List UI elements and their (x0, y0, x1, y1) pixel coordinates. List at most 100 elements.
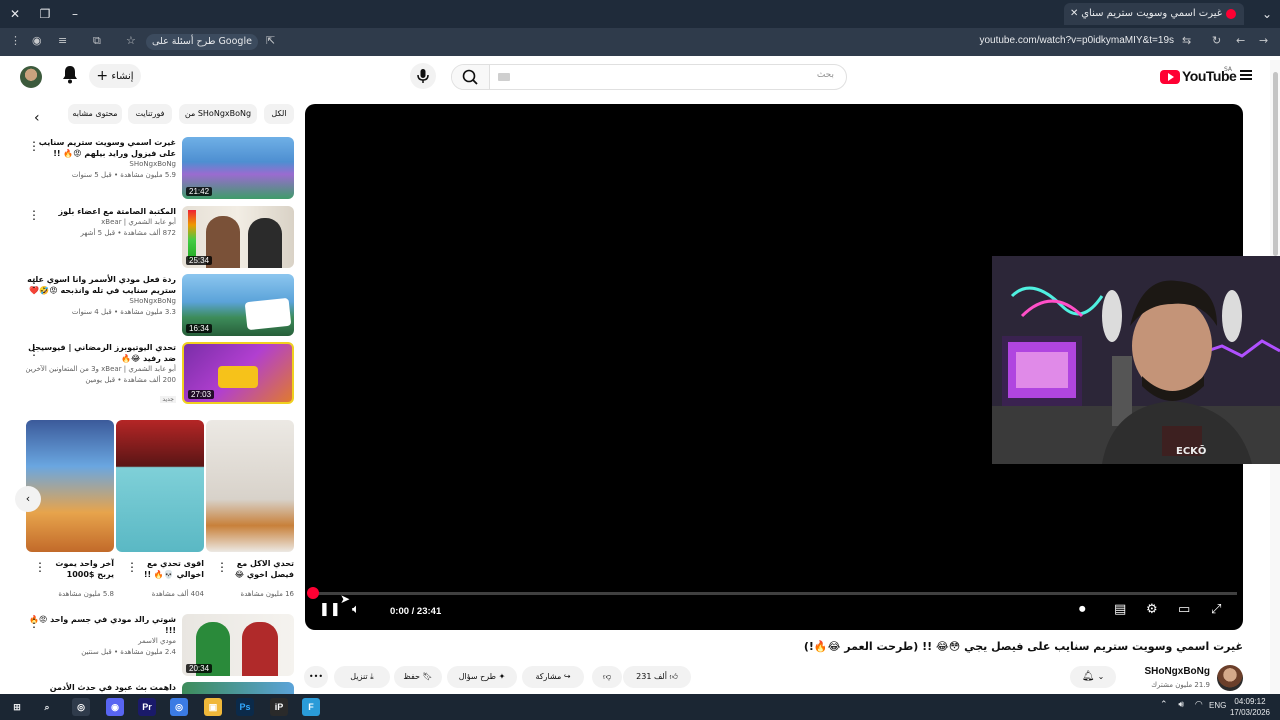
video-title[interactable]: داهمت بث عبود في حدث الأدمن ومراقبه 🔥 (26, 682, 176, 694)
ask-google-chip[interactable]: طرح أسئلة على Google (146, 34, 258, 50)
search-icon[interactable]: ⌕ (38, 698, 56, 716)
channel-name[interactable]: أبو عابد الشمري | xBear (26, 217, 176, 228)
close-window-icon[interactable]: ✕ (0, 0, 30, 28)
tab-close-icon[interactable]: ✕ (1070, 3, 1078, 25)
back-icon[interactable]: → (1259, 34, 1268, 47)
app-icon[interactable]: iP (270, 698, 288, 716)
create-button[interactable]: + إنشاء (89, 64, 141, 88)
ask-button[interactable]: طرح سؤال ✦ (447, 666, 517, 688)
channel-name[interactable]: أبو عابد الشمري | xBear و3 من المتعاونين… (26, 364, 176, 375)
video-thumbnail[interactable]: 20:34 (182, 614, 294, 676)
video-title[interactable]: شوتي رالد مودي في جسم واحد 😡🔥 !!! (26, 614, 176, 636)
chips-scroll-left-icon[interactable]: ‹ (34, 110, 40, 126)
fortnite-app-icon[interactable]: F (302, 698, 320, 716)
sidebar-video-item[interactable]: داهمت بث عبود في حدث الأدمن ومراقبه 🔥 (20, 682, 294, 694)
language-indicator[interactable]: ENG (1209, 701, 1226, 710)
share-button[interactable]: مشاركة ↪ (522, 666, 584, 688)
channel-name[interactable]: SHoNgxBoNg (1144, 666, 1210, 677)
channel-name[interactable]: SHoNgxBoNg (26, 159, 176, 170)
profile-icon[interactable]: ◉ (32, 34, 42, 47)
short-title[interactable]: تحدي الاكل مع فيصل اخوي 😂 (224, 558, 294, 580)
save-button[interactable]: حفظ 🔖︎ (394, 666, 442, 688)
more-actions-icon[interactable]: ⋮ (28, 139, 40, 153)
chrome-icon[interactable]: ◎ (72, 698, 90, 716)
reading-list-icon[interactable]: ≡ (58, 34, 67, 47)
progress-scrubber[interactable] (307, 587, 319, 599)
download-button[interactable]: تنزيل ⤓ (334, 666, 390, 688)
more-actions-icon[interactable]: ⋮ (28, 616, 40, 630)
more-actions-icon[interactable]: ⋮ (28, 276, 40, 290)
search-button[interactable] (452, 65, 490, 89)
subscribed-notifications-button[interactable]: 🔔︎ ⌄ (1070, 666, 1116, 688)
system-tray-icons[interactable]: ⌃ 🔊︎ ◠ (1160, 700, 1207, 710)
short-thumbnail[interactable] (26, 420, 114, 552)
sidebar-video-item[interactable]: 27:03 تحدي اليوتيوبرز الرمضاني | فيوسيجل… (20, 342, 294, 404)
site-settings-icon[interactable]: ⇆ (1182, 34, 1191, 47)
browser-tab-active[interactable]: غيرت اسمي وسويت ستريم سناي ✕ (1064, 3, 1244, 25)
windows-start-icon[interactable]: ⊞ (8, 698, 26, 716)
short-title[interactable]: اقوى تحدي مع اخوالي 💀🔥 !! (134, 558, 204, 580)
hamburger-menu-icon[interactable] (1240, 70, 1252, 80)
scrollbar-thumb[interactable] (1273, 72, 1278, 256)
photoshop-icon[interactable]: Ps (236, 698, 254, 716)
chip-from-channel[interactable]: من SHoNgxBoNg (179, 104, 257, 124)
fullscreen-icon[interactable]: ⤢ (1211, 602, 1221, 617)
reload-icon[interactable]: ↻ (1212, 34, 1221, 47)
voice-search-button[interactable] (410, 63, 436, 89)
sidebar-video-item[interactable]: 20:34 شوتي رالد مودي في جسم واحد 😡🔥 !!! … (20, 614, 294, 676)
video-title[interactable]: تحدي اليوتيوبرز الرمضاني | فيوسيجل ضد رف… (26, 342, 176, 364)
video-thumbnail[interactable]: 25:34 (182, 206, 294, 268)
theater-mode-icon[interactable]: ▭ (1178, 602, 1190, 617)
video-thumbnail[interactable]: 27:03 (182, 342, 294, 404)
browser-icon[interactable]: ◎ (170, 698, 188, 716)
settings-gear-icon[interactable]: ⚙︎ (1146, 602, 1158, 617)
sidebar-video-item[interactable]: 16:34 ردة فعل مودي الأسمر وانا اسوي عليه… (20, 274, 294, 336)
video-thumbnail[interactable] (182, 682, 294, 694)
channel-name[interactable]: مودي الاسمر (26, 636, 176, 647)
video-thumbnail[interactable]: 16:34 (182, 274, 294, 336)
short-title[interactable]: آخر واحد يموت يربح $1000 (44, 558, 114, 580)
search-input[interactable]: بحث (817, 70, 834, 80)
video-title[interactable]: المكتبة الصامتة مع اعضاء بلوز (26, 206, 176, 217)
autoplay-toggle-icon[interactable]: ⏺︎ (1079, 602, 1086, 617)
menu-dots-icon[interactable]: ⋮ (10, 34, 21, 47)
minimize-window-icon[interactable]: – (60, 0, 90, 28)
clock[interactable]: 04:09:12 17/03/2026 (1230, 696, 1270, 718)
user-avatar[interactable] (20, 66, 42, 88)
sidebar-video-item[interactable]: 25:34 المكتبة الصامتة مع اعضاء بلوز أبو … (20, 206, 294, 268)
chip-all[interactable]: الكل (264, 104, 294, 124)
bookmark-star-icon[interactable]: ☆ (126, 34, 136, 47)
premiere-icon[interactable]: Pr (138, 698, 156, 716)
sidebar-video-item[interactable]: 21:42 غيرت اسمي وسويت ستريم سنايب على في… (20, 137, 294, 199)
volume-icon[interactable]: 🔈︎ (352, 602, 360, 617)
more-actions-icon[interactable]: ⋮ (28, 344, 40, 358)
notifications-bell-icon[interactable] (61, 64, 79, 84)
more-actions-button[interactable]: ••• (304, 666, 328, 688)
more-actions-icon[interactable]: ⋮ (126, 560, 138, 574)
url-text[interactable]: youtube.com/watch?v=p0idkymaMIY&t=19s (979, 35, 1174, 46)
video-thumbnail[interactable]: 21:42 (182, 137, 294, 199)
more-actions-icon[interactable]: ⋮ (34, 560, 46, 574)
pause-icon[interactable]: ❚❚ (319, 602, 341, 617)
captions-icon[interactable]: ▤ (1114, 602, 1126, 617)
shorts-scroll-left-icon[interactable]: ‹ (15, 486, 41, 512)
short-thumbnail[interactable] (116, 420, 204, 552)
file-explorer-icon[interactable]: ▣ (204, 698, 222, 716)
keyboard-icon[interactable] (498, 73, 510, 81)
channel-name[interactable]: SHoNgxBoNg (26, 296, 176, 307)
channel-avatar[interactable] (1217, 665, 1243, 691)
chip-related[interactable]: محتوى مشابه (68, 104, 122, 124)
more-actions-icon[interactable]: ⋮ (216, 560, 228, 574)
forward-icon[interactable]: ← (1236, 34, 1245, 47)
chip-fortnite[interactable]: فورتنايت (128, 104, 172, 124)
video-title[interactable]: ردة فعل مودي الأسمر وانا اسوي عليه ستريم… (26, 274, 176, 296)
dislike-button[interactable]: 👎︎ (592, 666, 622, 688)
discord-icon[interactable]: ◉ (106, 698, 124, 716)
maximize-window-icon[interactable]: ❐ (30, 0, 60, 28)
search-box[interactable]: بحث (451, 64, 847, 90)
tab-search-icon[interactable]: ⌄ (1252, 0, 1280, 28)
progress-bar[interactable] (313, 592, 1237, 595)
video-title[interactable]: غيرت اسمي وسويت ستريم سنايب على فيزول ور… (26, 137, 176, 159)
extensions-icon[interactable]: ⧉ (93, 34, 101, 48)
cast-icon[interactable]: ⇱ (266, 34, 275, 47)
